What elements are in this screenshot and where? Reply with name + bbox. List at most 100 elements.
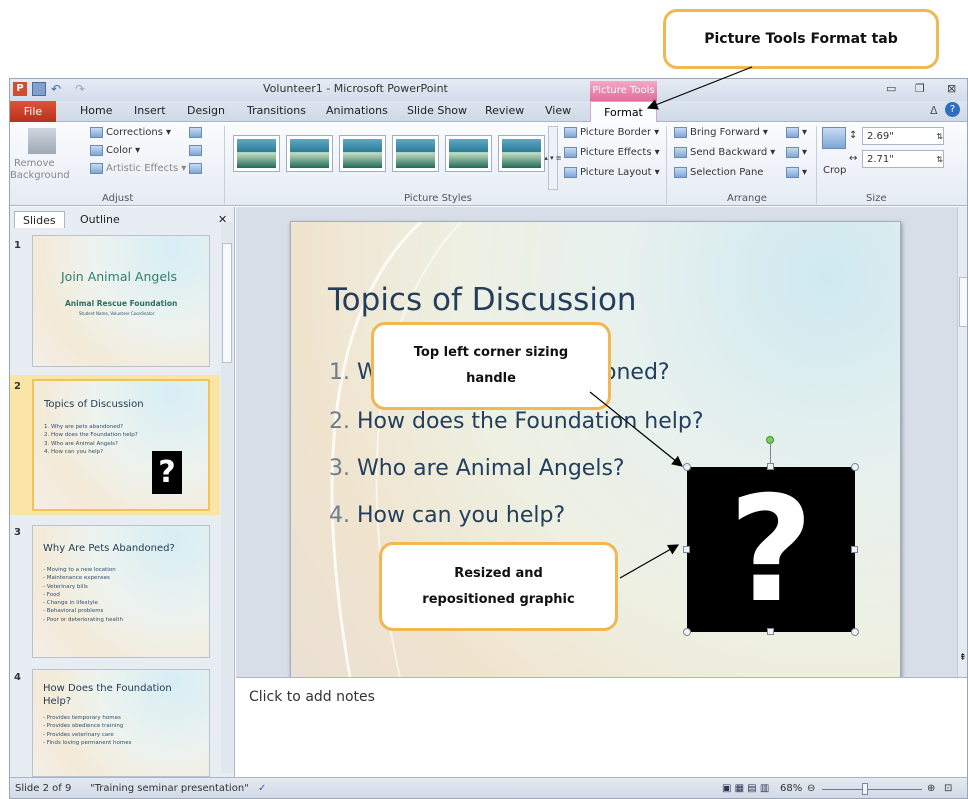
question-mark-graphic[interactable]: ? [687, 467, 855, 632]
picture-border-button[interactable]: Picture Border ▾ [564, 127, 659, 138]
scroll-thumb[interactable] [959, 277, 967, 327]
height-spinner[interactable]: ⇅ [936, 132, 943, 141]
help-icon[interactable]: ? [945, 102, 960, 117]
callout-text: Picture Tools Format tab [704, 31, 898, 47]
artistic-effects-button[interactable]: Artistic Effects ▾ [90, 163, 186, 174]
tab-slides[interactable]: Slides [14, 211, 65, 228]
picture-style-3[interactable] [339, 135, 386, 172]
tab-animations[interactable]: Animations [326, 104, 388, 117]
picture-layout-button[interactable]: Picture Layout ▾ [564, 167, 660, 178]
bring-forward-button[interactable]: Bring Forward ▾ [674, 127, 768, 138]
bring-forward-label: Bring Forward [690, 127, 760, 138]
close-icon[interactable]: ⊠ [947, 82, 956, 95]
height-value: 2.69" [867, 130, 894, 142]
height-field[interactable]: 2.69" ⇅ [862, 127, 944, 145]
sizing-handle-left[interactable] [683, 546, 690, 553]
zoom-out-icon[interactable]: ⊖ [807, 783, 815, 794]
tab-file[interactable]: File [10, 101, 56, 122]
thumbnail-lines: - Provides temporary homes - Provides obe… [43, 715, 132, 746]
slide-number: 1 [14, 240, 21, 251]
notes-placeholder[interactable]: Click to add notes [249, 689, 375, 705]
align-icon[interactable]: ▾ [786, 127, 807, 138]
tab-outline[interactable]: Outline [72, 211, 128, 228]
styles-gallery-scroll[interactable]: ▴ ▾ ≡ [544, 126, 562, 190]
slide-thumbnail-4[interactable]: How Does the Foundation Help? - Provides… [32, 669, 210, 777]
remove-background-button[interactable]: Remove [14, 158, 55, 169]
thumbnail-title: How Does the Foundation Help? [43, 683, 172, 707]
callout-sizing-handle: Top left corner sizing handle [371, 322, 611, 410]
selection-pane-button[interactable]: Selection Pane [674, 167, 763, 178]
slide-thumbnail-3[interactable]: Why Are Pets Abandoned? - Moving to a ne… [32, 525, 210, 658]
powerpoint-icon: P [13, 82, 27, 96]
notes-pane[interactable]: Click to add notes [236, 677, 967, 777]
zoom-in-icon[interactable]: ⊕ [927, 783, 935, 794]
tab-review[interactable]: Review [485, 104, 524, 117]
sizing-handle-bottom-left[interactable] [683, 628, 691, 636]
tab-transitions[interactable]: Transitions [247, 104, 306, 117]
scroll-thumb[interactable] [222, 243, 232, 363]
ribbon-minimize-icon[interactable]: ᐃ [930, 104, 938, 117]
artistic-effects-label: Artistic Effects [106, 163, 179, 174]
crop-button[interactable]: Crop [823, 165, 846, 176]
group-icon[interactable]: ▾ [786, 147, 807, 158]
sizing-handle-bottom-right[interactable] [851, 628, 859, 636]
bullet-text: How does the Foundation help? [357, 409, 704, 434]
fit-slide-icon[interactable]: ⊡ [944, 783, 952, 794]
compress-pictures-icon[interactable] [189, 127, 202, 138]
artistic-effects-icon [90, 163, 103, 174]
corrections-button[interactable]: Corrections ▾ [90, 127, 171, 138]
width-spinner[interactable]: ⇅ [936, 155, 943, 164]
tab-format[interactable]: Format [590, 101, 657, 123]
spell-check-icon[interactable]: ✓ [258, 783, 266, 794]
slide-thumbnail-2[interactable]: Topics of Discussion 1. Why are pets aba… [32, 379, 210, 511]
picture-style-6[interactable] [498, 135, 545, 172]
sizing-handle-bottom[interactable] [767, 628, 774, 635]
slide-bullet-2[interactable]: 2. How does the Foundation help? [329, 409, 704, 434]
sizing-handle-top-right[interactable] [851, 463, 859, 471]
restore-icon[interactable]: ❐ [915, 82, 925, 95]
remove-background-label: Background [10, 170, 70, 181]
picture-effects-button[interactable]: Picture Effects ▾ [564, 147, 660, 158]
picture-style-5[interactable] [445, 135, 492, 172]
width-field[interactable]: 2.71" ⇅ [862, 150, 944, 168]
picture-style-2[interactable] [286, 135, 333, 172]
picture-tools-header: Picture Tools [590, 81, 657, 101]
slide-bullet-4[interactable]: 4. How can you help? [329, 503, 565, 528]
slide-bullet-3[interactable]: 3. Who are Animal Angels? [329, 456, 625, 481]
picture-effects-icon [564, 147, 577, 158]
tab-insert[interactable]: Insert [134, 104, 166, 117]
undo-icon[interactable]: ↶ [51, 82, 65, 96]
save-icon[interactable] [32, 82, 46, 96]
editor-scrollbar[interactable]: ⇞ [957, 207, 967, 677]
rotate-icon[interactable]: ▾ [786, 167, 807, 178]
bring-forward-icon [674, 127, 687, 138]
thumbnail-title: Topics of Discussion [44, 399, 144, 410]
zoom-slider-thumb[interactable] [862, 783, 868, 795]
redo-icon[interactable]: ↷ [75, 82, 89, 96]
rotation-handle[interactable] [766, 436, 774, 444]
reset-picture-icon[interactable] [189, 163, 202, 174]
zoom-level[interactable]: 68% [780, 783, 802, 794]
sizing-handle-top[interactable] [767, 463, 774, 470]
minimize-icon[interactable]: ▭ [886, 82, 896, 95]
tab-view[interactable]: View [545, 104, 571, 117]
slide-thumbnail-1[interactable]: Join Animal Angels Animal Rescue Foundat… [32, 235, 210, 367]
picture-style-1[interactable] [233, 135, 280, 172]
slide-title[interactable]: Topics of Discussion [328, 282, 637, 318]
change-picture-icon[interactable] [189, 145, 202, 156]
tab-slide-show[interactable]: Slide Show [407, 104, 467, 117]
previous-slide-icon[interactable]: ⇞ [959, 653, 967, 663]
send-backward-button[interactable]: Send Backward ▾ [674, 147, 775, 158]
color-label: Color [106, 145, 133, 156]
picture-styles-group-label: Picture Styles [404, 193, 472, 204]
sizing-handle-top-left[interactable] [683, 463, 691, 471]
slides-scrollbar[interactable] [221, 223, 233, 773]
tab-home[interactable]: Home [80, 104, 112, 117]
color-button[interactable]: Color ▾ [90, 145, 140, 156]
zoom-slider[interactable] [822, 789, 922, 790]
picture-style-4[interactable] [392, 135, 439, 172]
divider [816, 126, 817, 204]
tab-design[interactable]: Design [187, 104, 225, 117]
sizing-handle-right[interactable] [851, 546, 858, 553]
view-buttons[interactable]: ▣ ▦ ▤ ▥ [722, 783, 769, 794]
